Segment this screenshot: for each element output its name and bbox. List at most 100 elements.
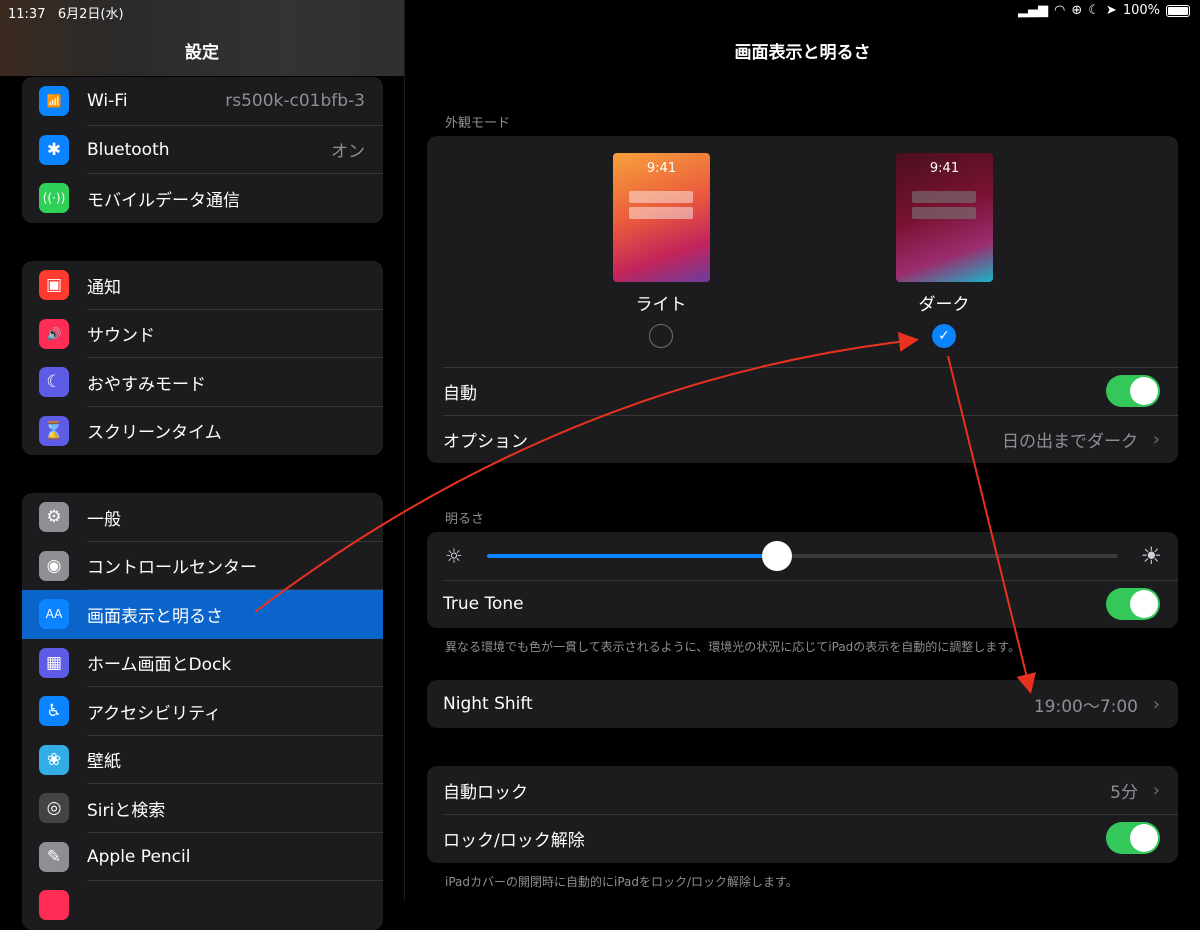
orientation-lock-icon: ⊕ [1071,3,1083,18]
appearance-options-row[interactable]: オプション 日の出までダーク › [427,415,1178,463]
sidebar-item[interactable]: ✱ Bluetooth オン [22,126,383,174]
sidebar-item-label: Apple Pencil [87,846,191,867]
true-tone-row: True Tone [427,580,1178,628]
sidebar-item[interactable]: ((·)) モバイルデータ通信 [22,174,383,223]
sidebar-group: ▣ 通知 🔊 サウンド ☾ おやすみモード ⌛ スクリーンタイム [22,261,383,455]
sidebar-item-label: Wi-Fi [87,91,128,112]
preview-widget [629,207,693,219]
sidebar-item-label: Bluetooth [87,139,170,160]
sidebar-item-label: コントロールセンター [87,558,257,579]
sun-large-icon: ☀ [1140,542,1162,570]
sidebar-item[interactable]: ▣ 通知 [22,261,383,310]
preview-widget [629,191,693,203]
gear-icon: ⚙ [39,502,69,533]
sidebar-item[interactable]: 📶 Wi-Fi rs500k-c01bfb-3 [22,77,383,126]
appearance-section-label: 外観モード [445,116,511,131]
brightness-card: ☼ ☀ True Tone [427,532,1178,628]
main-panel: 画面表示と明るさ 外観モード 9:41 9:41 ライト ダーク ✓ 自動 オプ… [405,0,1200,900]
hourglass-icon: ⌛ [39,415,69,446]
sidebar-item-value: rs500k-c01bfb-3 [225,91,365,112]
flower-icon: ❀ [39,744,69,775]
sidebar-item-label: モバイルデータ通信 [87,190,240,211]
sidebar-item-label: おやすみモード [87,374,206,395]
siri-icon: ◎ [39,793,69,824]
sidebar-item-label: 画面表示と明るさ [87,606,223,627]
sidebar-item[interactable]: ⚙ 一般 [22,493,383,542]
moon-status-icon: ☾ [1088,3,1100,18]
preview-widget [912,207,976,219]
chevron-right-icon: › [1152,779,1160,801]
auto-appearance-label: 自動 [443,383,477,404]
sidebar-item[interactable]: ❀ 壁紙 [22,736,383,784]
night-shift-label: Night Shift [443,694,533,714]
preview-widget [912,191,976,203]
sidebar-item[interactable]: ◎ Siriと検索 [22,784,383,833]
battery-percent: 100% [1122,3,1160,18]
appearance-options-label: オプション [443,431,528,452]
auto-lock-row[interactable]: 自動ロック 5分 › [427,766,1178,814]
sidebar-item-label: 壁紙 [87,752,121,773]
true-tone-toggle[interactable] [1106,588,1160,620]
sidebar-group: ⚙ 一般 ◉ コントロールセンター AA 画面表示と明るさ ▦ ホーム画面とDock ♿ アクセシ… [22,493,383,930]
sidebar-item[interactable]: ✎ Apple Pencil [22,833,383,881]
sidebar-item-value: オン [331,142,365,163]
appearance-card: 9:41 9:41 ライト ダーク ✓ 自動 オプション 日の出までダーク › [427,136,1178,463]
checkmark-icon: ✓ [938,328,950,344]
antenna-icon: ((·)) [39,183,69,214]
sidebar-item-label: Siriと検索 [87,800,166,821]
lock-unlock-row: ロック/ロック解除 [427,814,1178,862]
brightness-slider-knob[interactable] [762,541,793,571]
toggles-icon: ◉ [39,550,69,581]
sidebar-item-label: 一般 [87,509,121,530]
chevron-right-icon: › [1152,428,1160,450]
lock-footnote: iPadカバーの開閉時に自動的にiPadをロック/ロック解除します。 [445,875,798,889]
sun-small-icon: ☼ [445,544,463,568]
sidebar-item[interactable]: ▦ ホーム画面とDock [22,639,383,687]
appearance-options-value: 日の出までダーク [1002,431,1138,452]
lock-unlock-label: ロック/ロック解除 [443,830,585,851]
status-indicators: ▂▄▆ ◠ ⊕ ☾ ➤ 100% [1018,3,1190,18]
brightness-slider-fill [487,554,778,558]
fingerprint-icon [39,890,69,921]
page-title: 画面表示と明るさ [734,43,871,63]
dark-mode-radio-checked[interactable]: ✓ [932,324,956,348]
dark-mode-preview[interactable]: 9:41 [896,153,993,282]
sidebar-item[interactable]: ☾ おやすみモード [22,358,383,407]
sidebar: 設定 📶 Wi-Fi rs500k-c01bfb-3 ✱ Bluetooth オン ((·)… [0,0,405,930]
sidebar-item[interactable]: 🔊 サウンド [22,310,383,358]
sidebar-item-label: 通知 [87,277,121,298]
sidebar-item[interactable]: ♿ アクセシビリティ [22,687,383,736]
speaker-icon: 🔊 [39,318,69,349]
brightness-slider[interactable] [487,541,1118,571]
chevron-right-icon: › [1152,693,1160,715]
sidebar-item[interactable]: ⌛ スクリーンタイム [22,407,383,456]
sidebar-item[interactable]: AA 画面表示と明るさ [22,590,383,639]
sidebar-item-label: ホーム画面とDock [87,655,232,676]
sidebar-item-label: サウンド [87,326,155,347]
true-tone-label: True Tone [443,594,524,614]
lock-card: 自動ロック 5分 › ロック/ロック解除 [427,766,1178,863]
moon-icon: ☾ [39,367,69,398]
wifi-status-icon: ◠ [1054,3,1066,18]
text-size-icon: AA [39,599,69,630]
sidebar-item-label: アクセシビリティ [87,703,222,724]
accessibility-icon: ♿ [39,696,69,727]
bluetooth-icon: ✱ [39,134,69,165]
dark-mode-label: ダーク [918,295,970,315]
battery-icon [1166,4,1190,17]
light-mode-radio[interactable] [649,324,673,348]
sidebar-item[interactable]: ◉ コントロールセンター [22,542,383,590]
home-grid-icon: ▦ [39,647,69,678]
sidebar-title: 設定 [185,43,219,63]
night-shift-row[interactable]: Night Shift 19:00〜7:00 › [427,680,1178,728]
lock-unlock-toggle[interactable] [1106,822,1160,854]
wifi-icon: 📶 [39,86,69,117]
sidebar-item[interactable] [22,881,383,930]
sidebar-group: 📶 Wi-Fi rs500k-c01bfb-3 ✱ Bluetooth オン ((·)) モバ… [22,77,383,223]
night-shift-card: Night Shift 19:00〜7:00 › [427,680,1178,728]
pencil-icon: ✎ [39,841,69,872]
auto-appearance-toggle[interactable] [1106,375,1160,407]
auto-lock-value: 5分 [1110,782,1138,803]
status-time: 11:37 6月2日(水) [8,7,124,22]
light-mode-preview[interactable]: 9:41 [613,153,710,282]
